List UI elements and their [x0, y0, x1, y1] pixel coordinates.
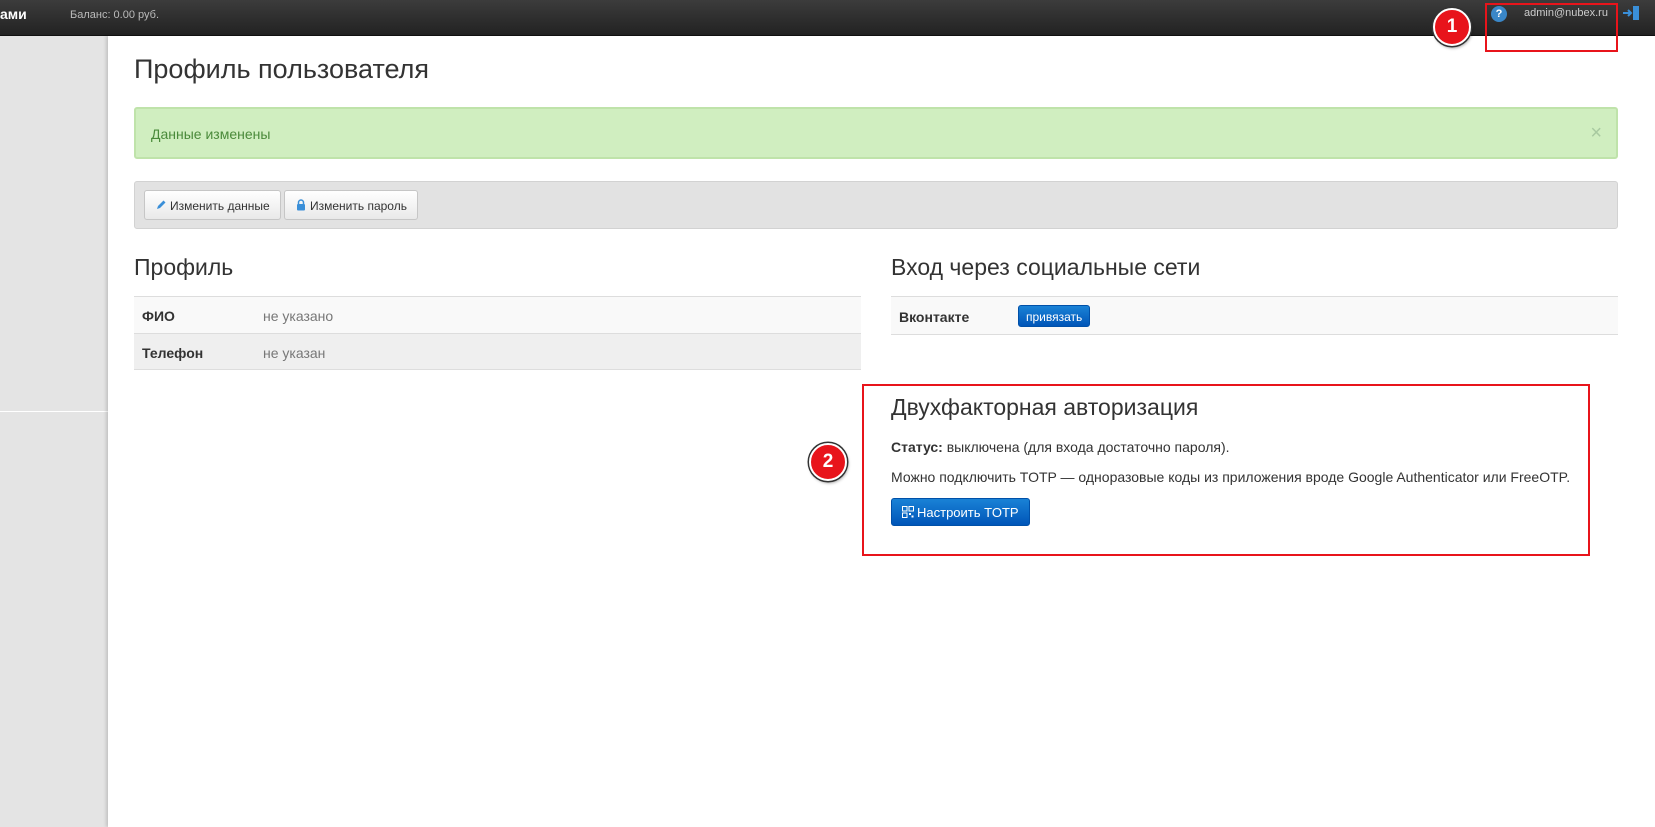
social-login-title: Вход через социальные сети	[891, 254, 1201, 280]
lock-icon	[297, 199, 305, 211]
annotation-marker-1: 1	[1433, 8, 1471, 46]
balance-label: Баланс: 0.00 руб.	[70, 9, 159, 21]
edit-data-button[interactable]: Изменить данные	[144, 190, 281, 220]
field-value: не указано	[263, 308, 334, 324]
field-name: Телефон	[142, 345, 204, 361]
sidebar	[0, 36, 108, 827]
annotation-highlight-2	[862, 384, 1590, 556]
brand-title[interactable]: ами	[0, 6, 27, 22]
profile-toolbar: Изменить данные Изменить пароль	[134, 181, 1618, 229]
annotation-marker-2: 2	[809, 443, 847, 481]
change-password-button[interactable]: Изменить пароль	[284, 190, 418, 220]
close-icon[interactable]: ×	[1590, 122, 1602, 145]
pencil-icon	[157, 200, 166, 209]
profile-table: ФИО не указано Телефон не указан	[134, 296, 861, 370]
social-network-name: Вконтакте	[899, 309, 970, 325]
table-row: Вконтакте привязать	[891, 296, 1618, 335]
page-title: Профиль пользователя	[134, 54, 430, 84]
link-vkontakte-button[interactable]: привязать	[1018, 305, 1091, 327]
profile-section-title: Профиль	[134, 254, 234, 280]
alert-message: Данные изменены	[151, 126, 271, 142]
annotation-highlight-1	[1485, 3, 1618, 52]
top-navbar: ами Баланс: 0.00 руб. ? admin@nubex.ru	[0, 0, 1655, 36]
table-row: ФИО не указано	[134, 296, 861, 333]
field-value: не указан	[263, 345, 326, 361]
change-password-label: Изменить пароль	[310, 199, 407, 213]
social-login-table: Вконтакте привязать	[891, 296, 1618, 335]
edit-data-label: Изменить данные	[170, 199, 270, 213]
sidebar-divider	[0, 411, 108, 412]
table-row: Телефон не указан	[134, 333, 861, 370]
logout-icon[interactable]	[1622, 5, 1640, 21]
success-alert: Данные изменены ×	[134, 107, 1618, 159]
field-name: ФИО	[142, 308, 175, 324]
